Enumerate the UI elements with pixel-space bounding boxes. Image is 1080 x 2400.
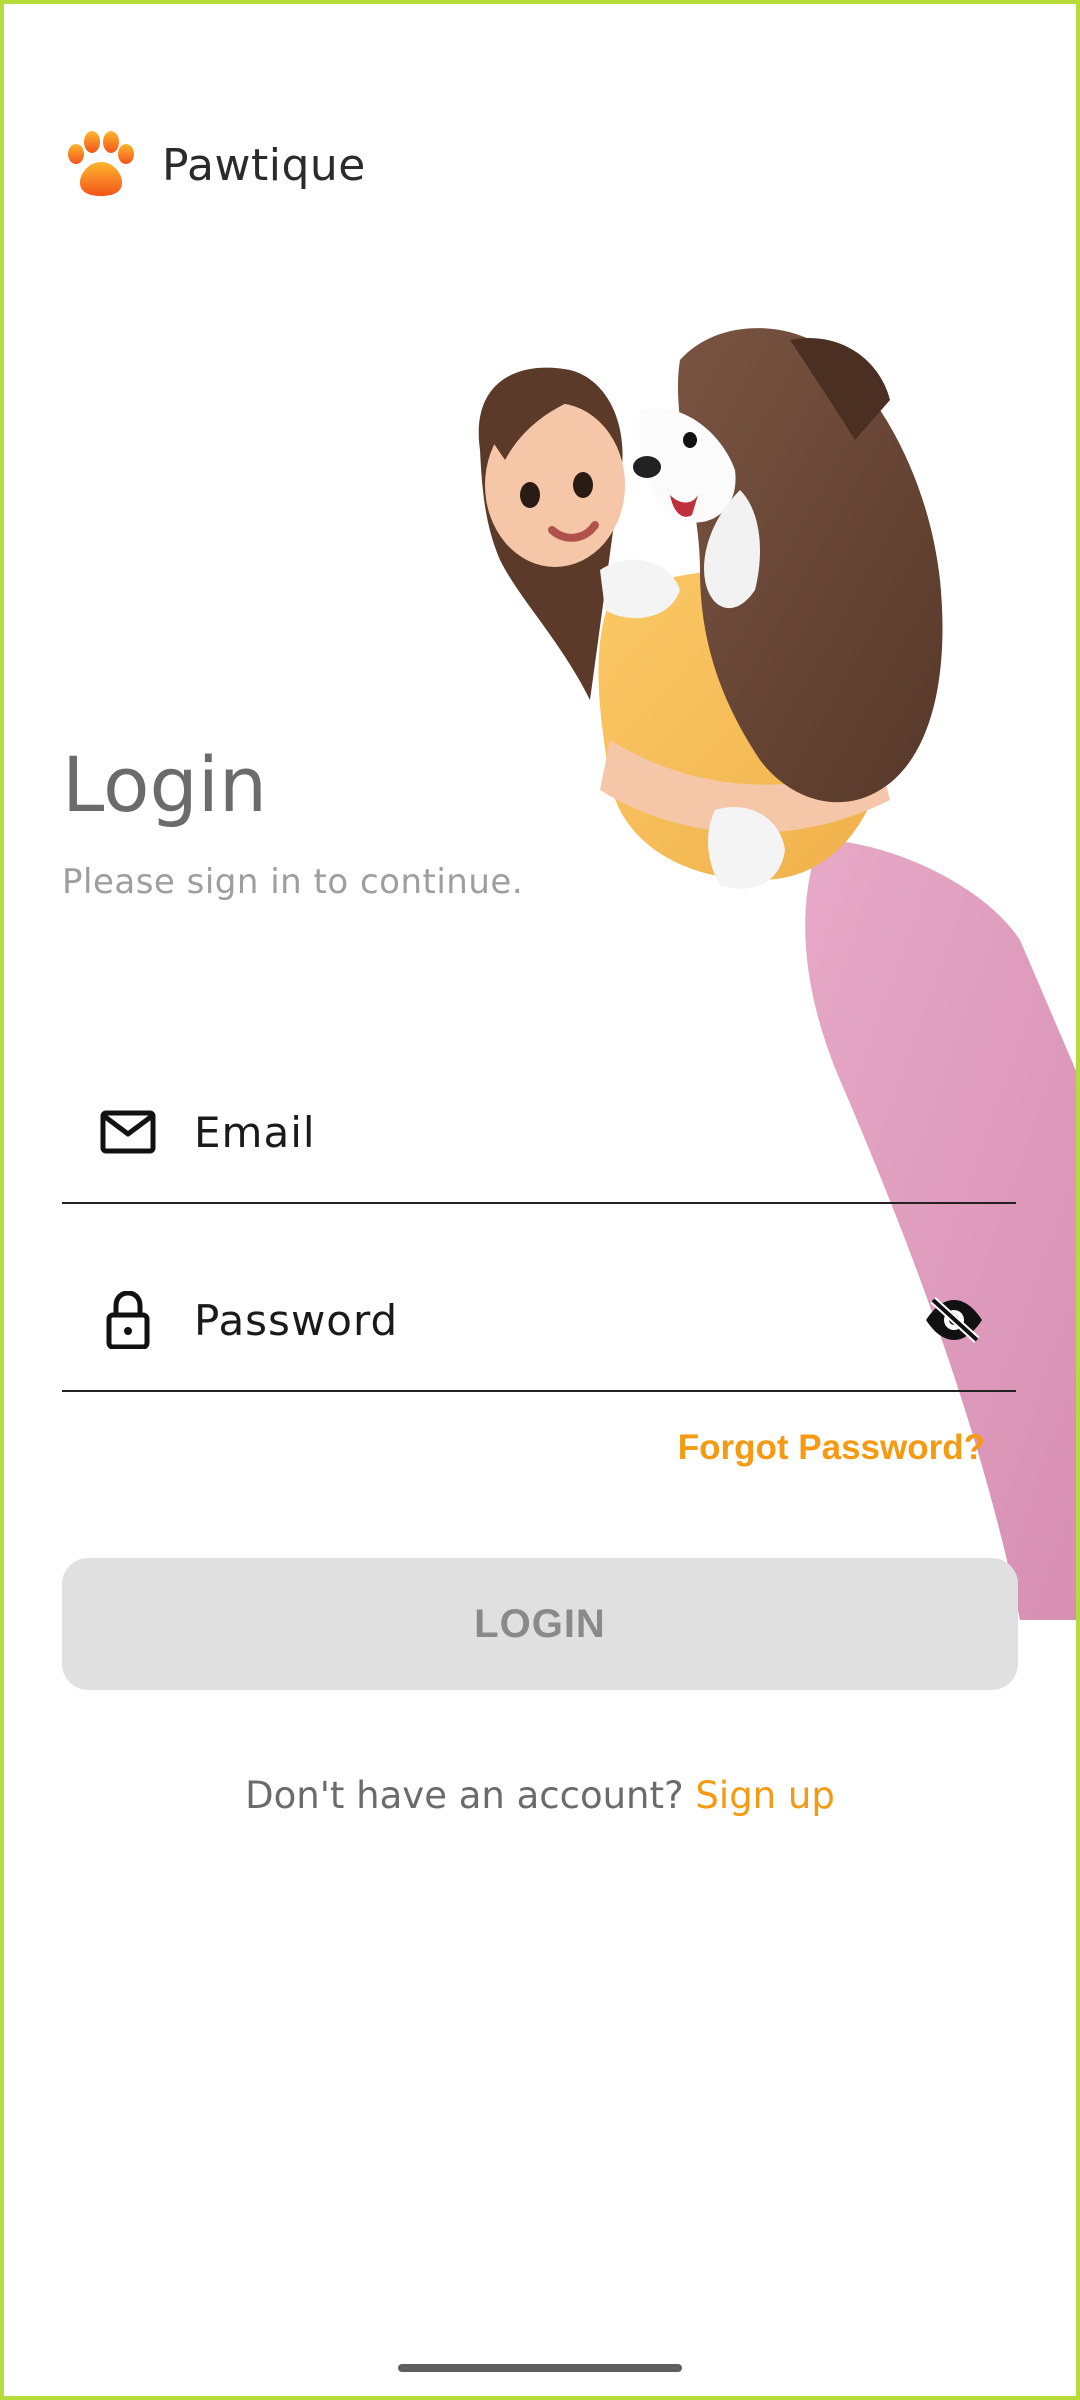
- email-field[interactable]: [62, 1062, 1016, 1204]
- login-button[interactable]: LOGIN: [62, 1558, 1018, 1690]
- eye-off-icon[interactable]: [922, 1292, 986, 1348]
- home-indicator[interactable]: [398, 2364, 682, 2372]
- brand-header: Pawtique: [62, 128, 366, 202]
- brand-name: Pawtique: [162, 139, 366, 191]
- signup-link[interactable]: Sign up: [695, 1774, 834, 1817]
- page-title: Login: [62, 740, 268, 829]
- paw-icon: [68, 131, 134, 196]
- password-field[interactable]: [62, 1250, 1016, 1392]
- password-input[interactable]: [194, 1295, 834, 1345]
- signup-row: Don't have an account? Sign up: [0, 1774, 1080, 1817]
- email-input[interactable]: [194, 1107, 834, 1157]
- woman-hugging-dog-illustration: [478, 328, 1080, 1620]
- mail-icon: [100, 1104, 156, 1160]
- page-subtitle: Please sign in to continue.: [62, 862, 524, 902]
- lock-icon: [100, 1291, 156, 1349]
- signup-prompt: Don't have an account?: [245, 1774, 696, 1817]
- forgot-password-link[interactable]: Forgot Password?: [678, 1428, 985, 1468]
